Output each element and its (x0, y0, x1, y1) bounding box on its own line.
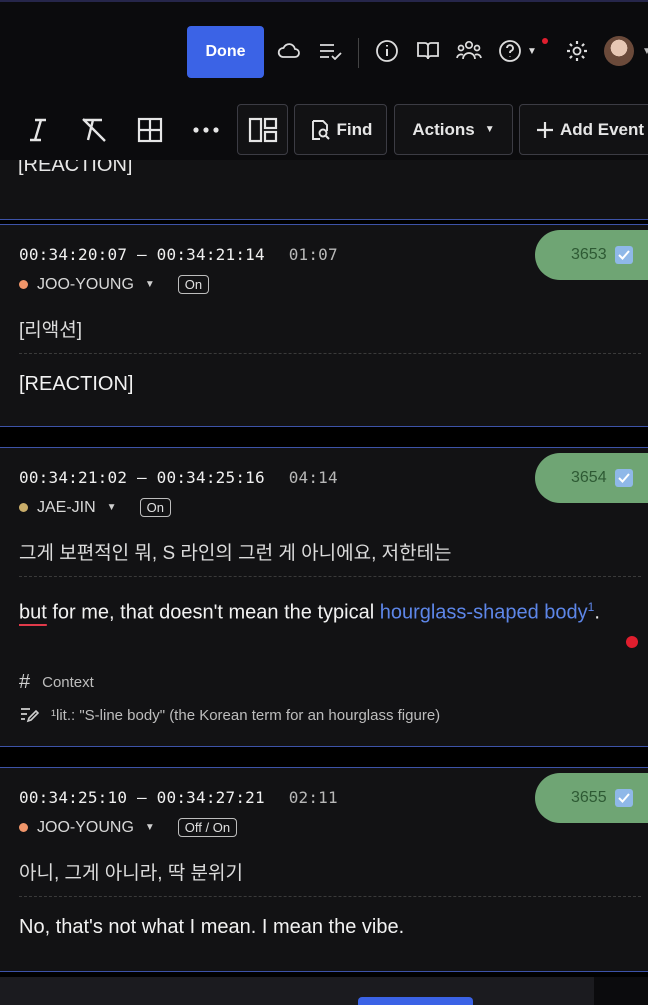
event-card[interactable]: 00:34:21:02 – 00:34:25:16 04:14 3654 JAE… (0, 447, 648, 747)
start-timecode[interactable]: 00:34:25:10 (19, 788, 127, 807)
italic-icon[interactable] (22, 114, 54, 146)
plus-icon (537, 121, 553, 138)
done-button[interactable]: Done (187, 26, 264, 78)
start-timecode[interactable]: 00:34:21:02 (19, 468, 127, 487)
speaker-color-dot (19, 503, 28, 512)
help-icon (499, 40, 521, 62)
source-text[interactable]: [리액션] (19, 315, 82, 342)
speaker-name: JOO-YOUNG (37, 275, 134, 293)
note-text: ¹lit.: "S-line body" (the Korean term fo… (51, 706, 441, 724)
event-card[interactable]: 00:34:20:07 – 00:34:21:14 01:07 3653 JOO… (0, 224, 648, 427)
chevron-down-icon: ▼ (144, 822, 155, 833)
speaker-selector[interactable]: JOO-YOUNG ▼ On (19, 275, 210, 294)
toggle-pill[interactable]: On (139, 498, 171, 517)
hash-icon: # (19, 671, 31, 693)
notification-dot (542, 38, 548, 44)
start-timecode[interactable]: 00:34:20:07 (19, 245, 127, 264)
chevron-down-icon[interactable]: ▼ (642, 46, 648, 57)
book-icon[interactable] (415, 36, 441, 66)
event-number: 3654 (571, 469, 607, 486)
find-label: Find (336, 119, 373, 139)
duration: 01:07 (288, 245, 338, 264)
duration: 02:11 (288, 788, 338, 807)
speaker-selector[interactable]: JOO-YOUNG ▼ Off / On (19, 818, 238, 837)
toggle-pill[interactable]: Off / On (177, 818, 238, 837)
check-icon[interactable] (614, 789, 633, 807)
layout-icon (248, 117, 277, 142)
clear-formatting-icon[interactable] (78, 114, 110, 146)
bottom-panel (0, 977, 648, 1005)
toolbar-separator (358, 38, 359, 68)
info-icon[interactable] (374, 36, 400, 66)
cloud-icon[interactable] (276, 36, 302, 66)
event-card[interactable]: 00:34:25:10 – 00:34:27:21 02:11 3655 JOO… (0, 767, 648, 972)
chevron-down-icon: ▼ (484, 124, 495, 135)
chevron-down-icon: ▼ (106, 502, 117, 513)
avatar[interactable] (604, 36, 634, 66)
previous-event-fragment[interactable]: [REACTION] (0, 160, 648, 220)
event-number: 3653 (571, 246, 607, 263)
check-icon[interactable] (614, 469, 633, 487)
target-text[interactable]: but for me, that doesn't mean the typica… (19, 590, 637, 630)
target-text[interactable]: [REACTION] (19, 367, 639, 401)
timecode: 00:34:20:07 – 00:34:21:14 01:07 (19, 245, 338, 264)
note-edit-icon (21, 708, 39, 723)
timecode: 00:34:25:10 – 00:34:27:21 02:11 (19, 788, 338, 807)
toggle-pill[interactable]: On (177, 275, 210, 294)
speaker-selector[interactable]: JAE-JIN ▼ On (19, 498, 171, 517)
top-bar: Done ▼ ▼ (0, 0, 648, 100)
divider (19, 576, 641, 577)
source-text[interactable]: 아니, 그게 아니라, 딱 분위기 (19, 858, 243, 885)
divider (19, 353, 641, 354)
table-icon[interactable] (134, 114, 166, 146)
event-number: 3655 (571, 789, 607, 806)
target-end-text: . (594, 601, 600, 624)
event-number-badge[interactable]: 3654 (535, 453, 648, 503)
add-event-button[interactable]: Add Event (519, 104, 648, 155)
find-icon (311, 119, 330, 140)
target-plain-text: for me, that doesn't mean the typical (46, 601, 380, 624)
speaker-name: JOO-YOUNG (37, 818, 134, 836)
speaker-color-dot (19, 280, 28, 289)
add-event-label: Add Event (560, 119, 645, 139)
chevron-down-icon: ▼ (527, 45, 537, 57)
find-button[interactable]: Find (294, 104, 387, 155)
checklist-icon[interactable] (317, 36, 343, 66)
target-text[interactable]: No, that's not what I mean. I mean the v… (19, 910, 639, 944)
actions-label: Actions (412, 119, 475, 139)
more-options-icon[interactable] (190, 114, 222, 146)
chevron-down-icon: ▼ (144, 279, 155, 290)
settings-icon[interactable] (564, 36, 590, 66)
layout-button[interactable] (237, 104, 288, 155)
help-menu[interactable]: ▼ (498, 36, 548, 66)
bottom-panel-bar (0, 977, 594, 1005)
glossary-term[interactable]: hourglass-shaped body (380, 602, 588, 624)
end-timecode[interactable]: 00:34:21:14 (157, 245, 265, 264)
divider (19, 896, 641, 897)
source-text[interactable]: 그게 보편적인 뭐, S 라인의 그런 게 아니에요, 저한테는 (19, 538, 452, 565)
actions-button[interactable]: Actions ▼ (394, 104, 513, 155)
context-row[interactable]: # Context (19, 671, 94, 694)
check-icon[interactable] (614, 246, 633, 264)
timecode: 00:34:21:02 – 00:34:25:16 04:14 (19, 468, 338, 487)
editor-toolbar: Find Actions ▼ Add Event (0, 100, 648, 160)
speaker-color-dot (19, 823, 28, 832)
end-timecode[interactable]: 00:34:25:16 (157, 468, 265, 487)
speaker-name: JAE-JIN (37, 498, 96, 516)
duration: 04:14 (288, 468, 338, 487)
event-number-badge[interactable]: 3655 (535, 773, 648, 823)
error-indicator[interactable] (626, 636, 638, 648)
note-row[interactable]: ¹lit.: "S-line body" (the Korean term fo… (19, 706, 440, 724)
previous-event-text: [REACTION] (18, 160, 133, 176)
misspelled-word[interactable]: but (19, 602, 47, 624)
end-timecode[interactable]: 00:34:27:21 (157, 788, 265, 807)
events-list: [REACTION] 00:34:20:07 – 00:34:21:14 01:… (0, 160, 648, 1005)
people-icon[interactable] (456, 36, 482, 66)
bottom-primary-button[interactable] (358, 997, 473, 1005)
context-label: Context (42, 674, 94, 691)
event-number-badge[interactable]: 3653 (535, 230, 648, 280)
